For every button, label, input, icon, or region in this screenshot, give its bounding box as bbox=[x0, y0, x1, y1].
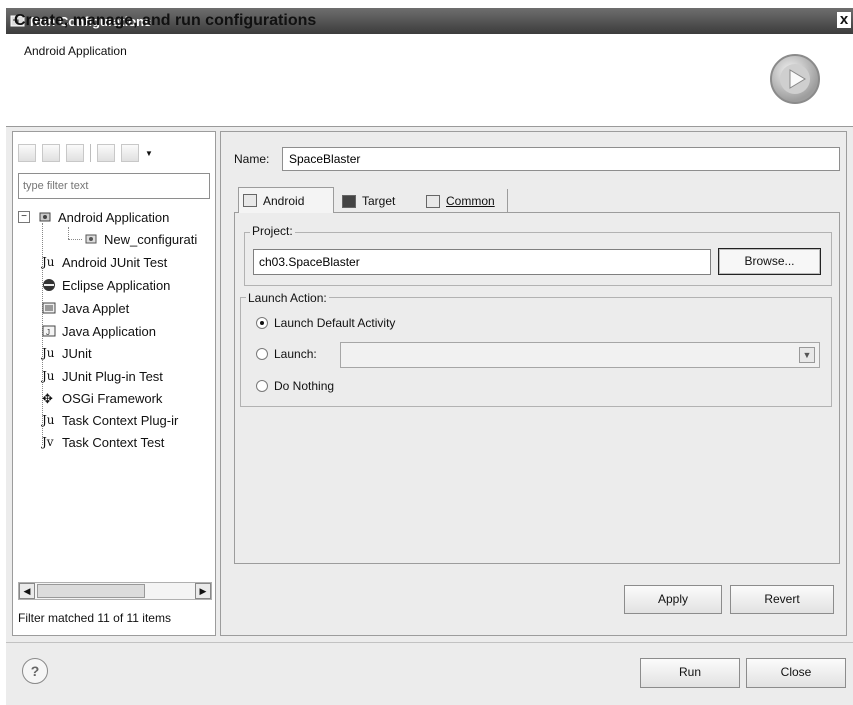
dialog-header bbox=[6, 34, 853, 126]
browse-button[interactable]: Browse... bbox=[718, 248, 821, 275]
target-tab-icon bbox=[342, 194, 356, 208]
tab-common[interactable]: Common bbox=[420, 189, 508, 213]
tree-item-label: Android Application bbox=[58, 209, 170, 225]
tab-label: Common bbox=[446, 194, 495, 208]
android-app-icon bbox=[38, 210, 52, 224]
tree-item-task-context-test[interactable]: Jv Task Context Test bbox=[42, 432, 164, 452]
common-tab-icon bbox=[426, 194, 440, 208]
tab-label: Android bbox=[263, 193, 305, 208]
project-input[interactable] bbox=[253, 249, 711, 275]
duplicate-config-icon[interactable] bbox=[42, 144, 60, 162]
toolbar-separator bbox=[90, 144, 91, 162]
radio-do-nothing[interactable]: Do Nothing bbox=[256, 379, 334, 393]
scrollbar-thumb[interactable] bbox=[37, 584, 145, 598]
view-menu-chevron-down-icon[interactable]: ▼ bbox=[145, 149, 153, 158]
radio-launch-activity[interactable]: Launch: bbox=[256, 347, 317, 361]
android-tab-icon bbox=[243, 194, 257, 207]
android-config-icon bbox=[84, 232, 98, 246]
tree-item-label: OSGi Framework bbox=[62, 390, 163, 406]
tab-label: Target bbox=[362, 194, 396, 208]
tree-item-label: Task Context Test bbox=[62, 434, 165, 450]
tree-item-android-application[interactable]: − Android Application bbox=[18, 207, 169, 227]
tree-item-android-junit-test[interactable]: Ju Android JUnit Test bbox=[42, 252, 167, 272]
tree-item-java-application[interactable]: J Java Application bbox=[42, 321, 156, 341]
tree-item-task-context-plugin[interactable]: Ju Task Context Plug-ir bbox=[42, 410, 178, 430]
apply-button[interactable]: Apply bbox=[624, 585, 722, 614]
tab-android[interactable]: Android bbox=[238, 187, 334, 213]
tree-item-junit[interactable]: Ju JUnit bbox=[42, 343, 92, 363]
name-label: Name: bbox=[234, 152, 270, 166]
collapse-all-icon[interactable] bbox=[97, 144, 115, 162]
scroll-right-icon[interactable]: ▶ bbox=[195, 583, 211, 599]
config-toolbar: ▼ bbox=[18, 140, 213, 166]
tree-item-label: New_configurati bbox=[104, 231, 198, 247]
tree-item-label: Task Context Plug-ir bbox=[62, 412, 179, 428]
scroll-left-icon[interactable]: ◀ bbox=[19, 583, 35, 599]
header-subtitle: Android Application bbox=[24, 44, 127, 58]
tree-horizontal-scrollbar[interactable]: ◀ ▶ bbox=[18, 582, 212, 600]
chevron-down-icon[interactable]: ▼ bbox=[799, 347, 815, 363]
new-config-icon[interactable] bbox=[18, 144, 36, 162]
run-banner-icon bbox=[770, 54, 820, 104]
tree-item-label: Android JUnit Test bbox=[62, 254, 168, 270]
tree-item-new-configuration[interactable]: New_configurati bbox=[84, 229, 197, 249]
close-button[interactable]: Close bbox=[746, 658, 846, 688]
radio-label: Do Nothing bbox=[274, 379, 335, 393]
project-group-label: Project: bbox=[250, 224, 295, 238]
tree-item-label: Java Application bbox=[62, 323, 156, 339]
tree-item-eclipse-application[interactable]: Eclipse Application bbox=[42, 275, 170, 295]
eclipse-icon bbox=[42, 278, 56, 292]
collapse-toggle-icon[interactable]: − bbox=[18, 211, 30, 223]
config-name-input[interactable] bbox=[282, 147, 840, 171]
junit-icon: Ju bbox=[42, 346, 55, 360]
tree-item-java-applet[interactable]: Java Applet bbox=[42, 298, 129, 318]
launch-activity-combo[interactable]: ▼ bbox=[340, 342, 820, 368]
header-title: Create, manage, and run configurations bbox=[14, 12, 317, 29]
tree-item-junit-plugin-test[interactable]: Ju JUnit Plug-in Test bbox=[42, 366, 163, 386]
filter-config-icon[interactable] bbox=[121, 144, 139, 162]
radio-label: Launch: bbox=[274, 347, 317, 361]
filter-input[interactable] bbox=[18, 173, 210, 199]
junit-plugin-icon: Ju bbox=[42, 369, 55, 383]
help-icon[interactable]: ? bbox=[22, 658, 48, 684]
radio-label: Launch Default Activity bbox=[274, 316, 396, 330]
radio-button[interactable] bbox=[256, 348, 268, 360]
applet-icon bbox=[42, 301, 56, 315]
close-window-button[interactable]: x bbox=[837, 12, 851, 28]
java-app-icon: J bbox=[42, 324, 56, 338]
filter-status-text: Filter matched 11 of 11 items bbox=[18, 611, 171, 625]
task-test-icon: Jv bbox=[42, 435, 54, 449]
tree-item-label: Eclipse Application bbox=[62, 277, 171, 293]
radio-button[interactable] bbox=[256, 317, 268, 329]
launch-action-group-label: Launch Action: bbox=[246, 291, 329, 305]
osgi-icon: ✥ bbox=[42, 391, 53, 406]
radio-button[interactable] bbox=[256, 380, 268, 392]
tree-item-osgi-framework[interactable]: ✥ OSGi Framework bbox=[42, 388, 162, 408]
revert-button[interactable]: Revert bbox=[730, 585, 834, 614]
run-button[interactable]: Run bbox=[640, 658, 740, 688]
delete-config-icon[interactable] bbox=[66, 144, 84, 162]
junit-icon: Ju bbox=[42, 255, 55, 269]
tree-item-label: JUnit Plug-in Test bbox=[62, 368, 163, 384]
tab-target[interactable]: Target bbox=[336, 189, 418, 213]
svg-text:J: J bbox=[46, 328, 50, 337]
radio-launch-default-activity[interactable]: Launch Default Activity bbox=[256, 316, 395, 330]
task-plugin-icon: Ju bbox=[42, 413, 55, 427]
tree-item-label: Java Applet bbox=[62, 300, 130, 316]
tree-item-label: JUnit bbox=[62, 345, 92, 361]
footer-separator bbox=[6, 642, 853, 643]
